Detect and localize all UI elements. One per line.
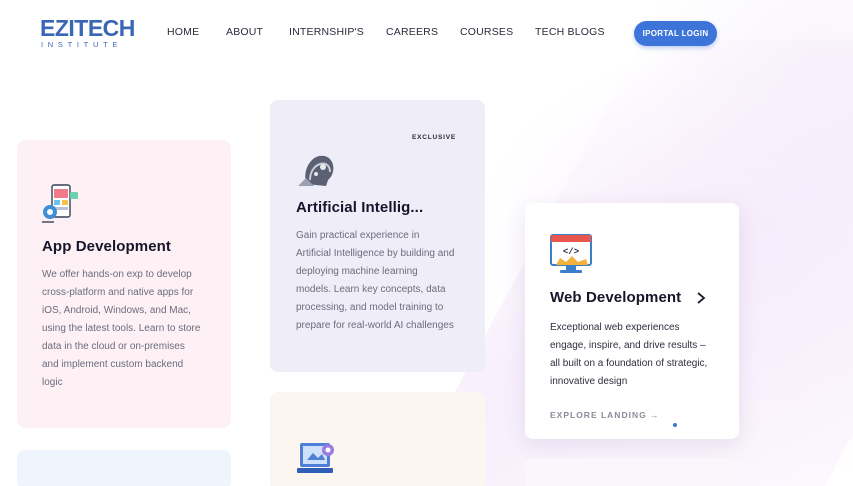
card-title: Artificial Intellig... [296, 199, 424, 216]
desc-line: data in the cloud or on-premises [42, 341, 185, 352]
desc-line: cross-platform and native apps for [42, 287, 194, 298]
chevron-right-icon[interactable] [695, 290, 707, 306]
carousel-indicator-dot[interactable] [673, 423, 677, 427]
nav-about[interactable]: ABOUT [226, 24, 263, 40]
desc-line: innovative design [550, 376, 628, 387]
card-description: Exceptional web experiences engage, insp… [550, 319, 707, 391]
desc-line: using the latest tools. Learn to store [42, 323, 201, 334]
desc-line: iOS, Android, Windows, and Mac, [42, 305, 191, 316]
card-next-right[interactable] [525, 458, 739, 486]
laptop-settings-icon [297, 443, 334, 473]
logo-tagline: INSTITUTE [41, 40, 123, 49]
card-description: We offer hands-on exp to develop cross-p… [42, 266, 200, 392]
desc-line: Artificial Intelligence by building and [296, 248, 455, 259]
desc-line: deploying machine learning [296, 266, 418, 277]
desc-line: prepare for real-world AI challenges [296, 320, 454, 331]
desc-line: Gain practical experience in [296, 230, 420, 241]
logo-wordmark: EZITECH [40, 15, 135, 41]
desc-line: processing, and model training to [296, 302, 444, 313]
desc-line: Exceptional web experiences [550, 322, 680, 333]
exclusive-badge: EXCLUSIVE [412, 134, 457, 141]
ai-robot-head-icon [298, 155, 334, 186]
desc-line: logic [42, 377, 63, 388]
iportal-login-button[interactable]: IPORTAL LOGIN [634, 21, 717, 46]
svg-text:</>: </> [563, 247, 579, 257]
explore-landing-link[interactable]: EXPLORE LANDING → [550, 410, 660, 420]
desc-line: We offer hands-on exp to develop [42, 269, 192, 280]
web-code-monitor-icon: </> [550, 234, 592, 273]
nav-internships[interactable]: INTERNSHIP'S [289, 24, 364, 40]
mobile-app-dev-icon [42, 184, 78, 223]
nav-tech-blogs[interactable]: TECH BLOGS [535, 24, 605, 40]
nav-home[interactable]: HOME [167, 24, 199, 40]
card-title: Web Development [550, 289, 682, 306]
desc-line: models. Learn key concepts, data [296, 284, 446, 295]
nav-careers[interactable]: CAREERS [386, 24, 438, 40]
nav-courses[interactable]: COURSES [460, 24, 513, 40]
logo[interactable]: EZITECH INSTITUTE [40, 15, 135, 49]
card-description: Gain practical experience in Artificial … [296, 227, 454, 335]
desc-line: engage, inspire, and drive results – [550, 340, 706, 351]
card-next-left[interactable] [17, 450, 231, 486]
desc-line: and implement custom backend [42, 359, 184, 370]
card-title: App Development [42, 238, 172, 255]
desc-line: all built on a foundation of strategic, [550, 358, 708, 369]
